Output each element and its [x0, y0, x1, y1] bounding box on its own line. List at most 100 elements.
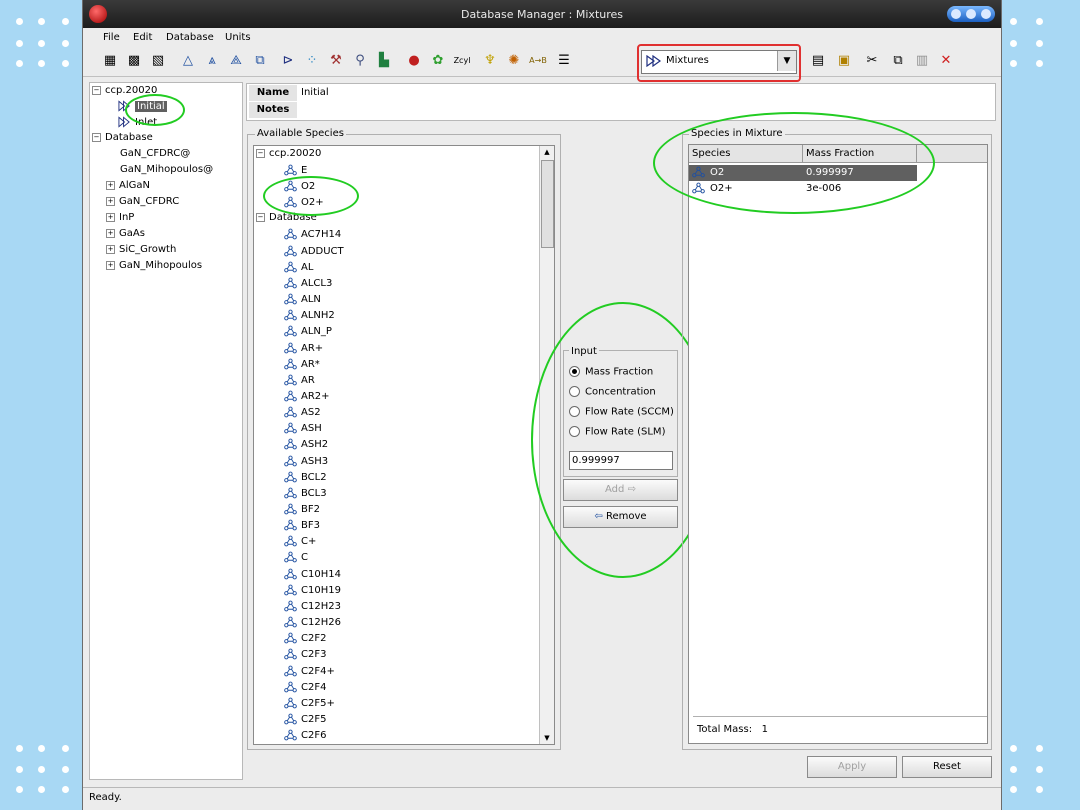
mixture-table[interactable]: Species Mass Fraction O2 0.999997 O2+ 3e-00… [688, 144, 988, 744]
tree-db-item[interactable]: + InP [106, 212, 134, 223]
species-item[interactable]: ADDUCT [284, 245, 344, 257]
open-folder-icon[interactable]: ▣ [835, 52, 853, 70]
species-item[interactable]: C12H26 [284, 616, 341, 628]
scroll-thumb[interactable] [541, 160, 554, 248]
species-item[interactable]: BCL2 [284, 471, 327, 483]
menu-database[interactable]: Database [166, 32, 214, 43]
scroll-up-icon[interactable]: ▲ [540, 146, 554, 158]
menu-units[interactable]: Units [225, 32, 251, 43]
species-item[interactable]: C2F3 [284, 648, 326, 660]
species-icon [284, 229, 301, 240]
title-bar[interactable]: Database Manager : Mixtures [83, 0, 1001, 28]
total-mass: Total Mass: 1 [693, 716, 987, 743]
species-item[interactable]: ALCL3 [284, 277, 332, 289]
species-item[interactable]: BCL3 [284, 487, 327, 499]
reaction-icon[interactable]: ⁘ [303, 52, 321, 70]
species-item[interactable]: AS2 [284, 406, 321, 418]
expand-icon[interactable]: + [106, 244, 115, 254]
species-item[interactable]: C+ [284, 535, 316, 547]
species-item[interactable]: C2F5+ [284, 697, 335, 709]
expand-icon[interactable]: + [106, 212, 115, 222]
species-icon[interactable]: △ [179, 52, 197, 70]
tree-db-label: InP [119, 212, 135, 223]
species-item[interactable]: C10H14 [284, 568, 341, 580]
paste-icon[interactable]: ▥ [913, 52, 931, 70]
mixer-icon[interactable]: ✺ [505, 52, 523, 70]
expand-icon[interactable]: + [106, 196, 115, 206]
species-label: AS2 [301, 407, 321, 419]
species-item[interactable]: AR* [284, 358, 320, 370]
tree-db-label: GaAs [119, 228, 145, 239]
species-item[interactable]: C2F6 [284, 729, 326, 741]
copy-icon[interactable]: ⧉ [889, 52, 907, 70]
grid-hatch-icon[interactable]: ▧ [149, 52, 167, 70]
ladder-icon[interactable]: ☰ [555, 52, 573, 70]
species-item[interactable]: ALN_P [284, 325, 332, 337]
reset-button[interactable]: Reset [902, 756, 992, 778]
species-item[interactable]: E [284, 164, 307, 176]
species-item[interactable]: AL [284, 261, 313, 273]
close-icon[interactable] [981, 9, 991, 19]
flask-icon[interactable]: ● [405, 52, 423, 70]
species-group[interactable]: − ccp.20020 [256, 148, 321, 159]
tree-database[interactable]: − Database [92, 132, 153, 143]
species-item[interactable]: ALN [284, 293, 321, 305]
globe-icon[interactable]: ✿ [429, 52, 447, 70]
mixture-form: Name Initial Notes [246, 83, 996, 121]
tree-db-item[interactable]: + GaN_CFDRC [106, 196, 179, 207]
species-item[interactable]: C2F2 [284, 632, 326, 644]
species-item[interactable]: C2F4 [284, 681, 326, 693]
species-item[interactable]: C [284, 551, 308, 563]
tree-db-item[interactable]: GaN_Mihopoulos@ [120, 164, 213, 175]
species-item[interactable]: BF2 [284, 503, 320, 515]
species-item[interactable]: C2F4+ [284, 665, 335, 677]
grid-alt-icon[interactable]: ▩ [125, 52, 143, 70]
tree-db-item[interactable]: + AlGaN [106, 180, 150, 191]
mixture-icon[interactable]: ⊳ [279, 52, 297, 70]
tree-db-label: GaN_CFDRC [119, 196, 180, 207]
zcyl-label-icon[interactable]: Zcyl [453, 52, 471, 70]
grid-icon[interactable]: ▦ [101, 52, 119, 70]
new-doc-icon[interactable]: ▤ [809, 52, 827, 70]
species-copy-icon[interactable]: ⧉ [251, 52, 269, 70]
species-item[interactable]: ASH2 [284, 438, 328, 450]
apply-button[interactable]: Apply [807, 756, 897, 778]
delete-icon[interactable]: ✕ [937, 52, 955, 70]
species-item[interactable]: ALNH2 [284, 309, 335, 321]
species-item[interactable]: C12H23 [284, 600, 341, 612]
species-item[interactable]: ASH3 [284, 455, 328, 467]
scroll-down-icon[interactable]: ▼ [540, 732, 554, 744]
species-edit-icon[interactable]: ⟁ [227, 52, 245, 70]
species-icon [284, 616, 301, 628]
name-field[interactable]: Initial [301, 87, 329, 98]
tree-db-item[interactable]: + SiC_Growth [106, 244, 176, 255]
species-add-icon[interactable]: ⩓ [203, 52, 221, 70]
tree-db-item[interactable]: GaN_CFDRC@ [120, 148, 190, 159]
tree-db-item[interactable]: + GaN_Mihopoulos [106, 260, 202, 271]
menu-edit[interactable]: Edit [133, 32, 152, 43]
tool-icon[interactable]: ⚒ [327, 52, 345, 70]
lamp-icon[interactable]: ♆ [481, 52, 499, 70]
species-item[interactable]: AC7H14 [284, 228, 341, 240]
tree-db-item[interactable]: + GaAs [106, 228, 145, 239]
minimize-icon[interactable] [951, 9, 961, 19]
expand-icon[interactable]: + [106, 228, 115, 238]
window-controls[interactable] [947, 6, 995, 22]
arb-icon[interactable]: A→B [529, 52, 547, 70]
species-item[interactable]: ASH [284, 422, 322, 434]
expand-icon[interactable]: + [106, 260, 115, 270]
menu-file[interactable]: File [103, 32, 120, 43]
available-species-list[interactable]: − ccp.20020 E O2 O2+ − Database AC7H14 ADDUCT AL A… [253, 145, 555, 745]
species-item[interactable]: C10H19 [284, 584, 341, 596]
species-item[interactable]: AR [284, 374, 315, 386]
expand-icon[interactable]: + [106, 180, 115, 190]
species-item[interactable]: AR+ [284, 342, 323, 354]
species-item[interactable]: AR2+ [284, 390, 330, 402]
surface-icon[interactable]: ▙ [375, 52, 393, 70]
species-item[interactable]: BF3 [284, 519, 320, 531]
molecule-icon[interactable]: ⚲ [351, 52, 369, 70]
cut-icon[interactable]: ✂ [863, 52, 881, 70]
maximize-icon[interactable] [966, 9, 976, 19]
species-item[interactable]: C2F5 [284, 713, 326, 725]
database-tree: − ccp.20020 Initial Inlet − Database GaN_C… [89, 82, 243, 780]
